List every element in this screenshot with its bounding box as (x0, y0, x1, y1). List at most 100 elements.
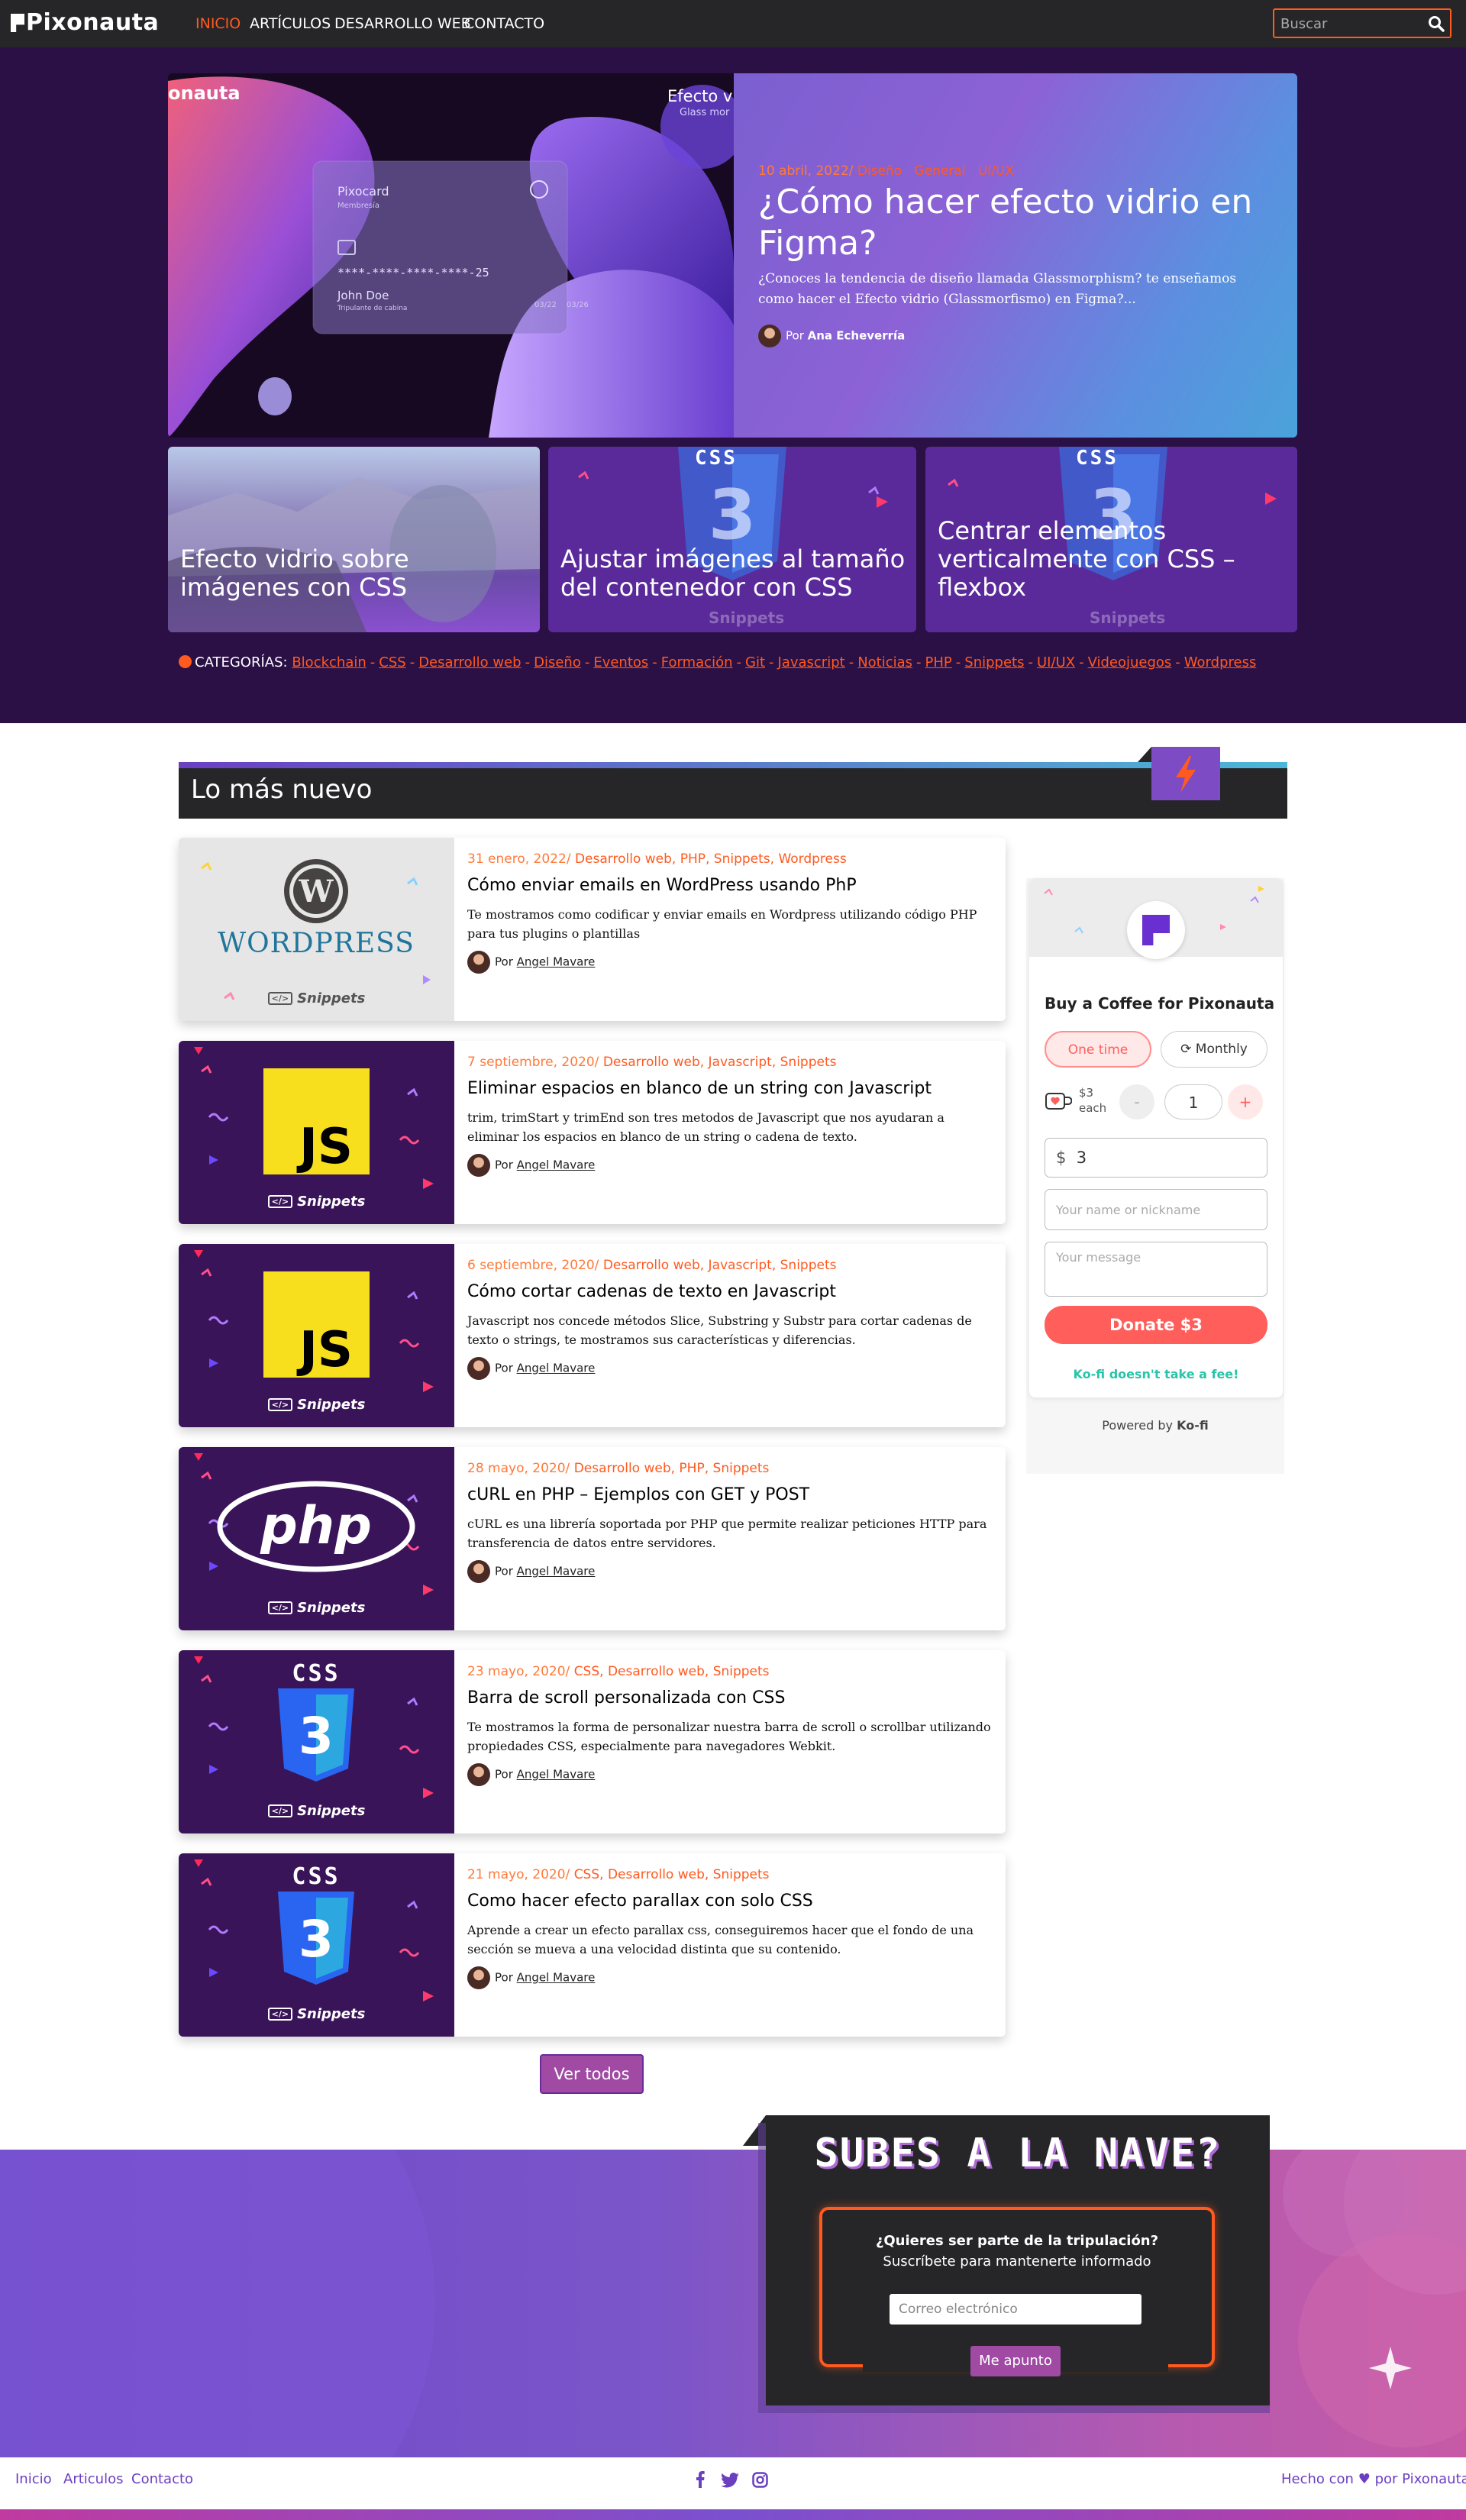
post-thumbnail[interactable]: php </> Snippets (179, 1447, 454, 1630)
amount-field[interactable]: $ 3 (1045, 1138, 1267, 1178)
newsletter-title: SUBES A LA NAVE? (814, 2131, 1222, 2176)
author-name[interactable]: Ana Echeverría (808, 329, 906, 343)
small-card[interactable]: 3 CSS Snippets Centrar elementos vertica… (925, 447, 1297, 632)
author-link[interactable]: Angel Mavare (517, 1768, 596, 1782)
post-date: 7 septiembre, 2020/ (467, 1055, 599, 1070)
post-card[interactable]: W WORDPRESS </> Snippets 31 enero, 2022/ Des… (179, 838, 1006, 1021)
category-link[interactable]: Wordpress (1184, 654, 1257, 670)
post-title[interactable]: Barra de scroll personalizada con CSS (467, 1688, 994, 1707)
category-link[interactable]: CSS (379, 654, 405, 670)
category-link[interactable]: Noticias (857, 654, 912, 670)
svg-text:CSS: CSS (292, 1660, 340, 1687)
nav-link-articulos[interactable]: ARTÍCULOS (250, 15, 331, 32)
featured-title[interactable]: ¿Cómo hacer efecto vidrio en Figma? (758, 182, 1262, 264)
category-link[interactable]: Desarrollo web (418, 654, 521, 670)
image-brand-text: onauta (168, 82, 241, 104)
post-title[interactable]: Como hacer efecto parallax con solo CSS (467, 1892, 994, 1911)
author-avatar (467, 951, 490, 974)
author-link[interactable]: Angel Mavare (517, 1971, 596, 1985)
small-card[interactable]: 3 CSS Snippets Ajustar imágenes al tamañ… (548, 447, 916, 632)
monthly-toggle[interactable]: ⟳ Monthly (1161, 1031, 1267, 1068)
name-input[interactable] (1045, 1189, 1267, 1230)
post-card[interactable]: CSS 3 </> Snippets 23 mayo, 2020/ CSS, Desar… (179, 1650, 1006, 1833)
donate-button[interactable]: Donate $3 (1045, 1306, 1267, 1344)
footer-link-articulos[interactable]: Articulos (63, 2471, 123, 2487)
newsletter-heading: ¿Quieres ser parte de la tripulación? (875, 2233, 1159, 2249)
kofi-link[interactable]: Ko-fi (1177, 1418, 1209, 1433)
coffee-cup-icon (1045, 1093, 1072, 1110)
subscribe-button[interactable]: Me apunto (970, 2346, 1061, 2376)
email-field[interactable] (890, 2294, 1141, 2325)
post-card[interactable]: CSS 3 </> Snippets 21 mayo, 2020/ CSS, Desar… (179, 1853, 1006, 2037)
author-link[interactable]: Angel Mavare (517, 1362, 596, 1375)
category-separator: - (916, 654, 922, 670)
category-link[interactable]: Videojuegos (1088, 654, 1172, 670)
glass-card-illustration (168, 76, 734, 438)
quantity-input[interactable]: 1 (1164, 1084, 1222, 1119)
featured-category[interactable]: General (914, 163, 965, 179)
author-link[interactable]: Angel Mavare (517, 1565, 596, 1578)
brand-link[interactable]: Pixonauta (1402, 2471, 1466, 2487)
footer-link-inicio[interactable]: Inicio (15, 2471, 52, 2487)
post-categories[interactable]: Desarrollo web, Javascript, Snippets (603, 1055, 837, 1070)
category-link[interactable]: Formación (661, 654, 733, 670)
nav-link-inicio[interactable]: INICIO (195, 15, 241, 32)
image-tag-text: Efecto v (667, 87, 733, 105)
category-link[interactable]: Javascript (778, 654, 845, 670)
author-link[interactable]: Angel Mavare (517, 1158, 596, 1172)
category-link[interactable]: UI/UX (1037, 654, 1075, 670)
by-label: por (1374, 2471, 1398, 2487)
post-card[interactable]: php </> Snippets 28 mayo, 2020/ Desarrollo … (179, 1447, 1006, 1630)
post-excerpt: trim, trimStart y trimEnd son tres metod… (467, 1110, 945, 1144)
increment-button[interactable]: + (1228, 1084, 1263, 1119)
snippets-watermark: Snippets (709, 609, 785, 627)
post-title[interactable]: cURL en PHP – Ejemplos con GET y POST (467, 1485, 994, 1504)
search-input[interactable] (1280, 15, 1418, 33)
category-link[interactable]: Git (745, 654, 765, 670)
post-categories[interactable]: Desarrollo web, Javascript, Snippets (603, 1258, 837, 1273)
snippets-text: Snippets (297, 1600, 366, 1616)
category-link[interactable]: Snippets (964, 654, 1024, 670)
post-categories[interactable]: CSS, Desarrollo web, Snippets (574, 1867, 770, 1882)
small-card-title: Efecto vidrio sobre imágenes con CSS (180, 544, 409, 602)
post-categories[interactable]: CSS, Desarrollo web, Snippets (574, 1664, 770, 1679)
post-title[interactable]: Cómo cortar cadenas de texto en Javascri… (467, 1282, 994, 1301)
message-input[interactable] (1045, 1242, 1267, 1297)
small-card[interactable]: Efecto vidrio sobre imágenes con CSS (168, 447, 540, 632)
author-link[interactable]: Angel Mavare (517, 955, 596, 969)
category-link[interactable]: Blockchain (292, 654, 366, 670)
featured-category[interactable]: UI/UX (978, 163, 1014, 179)
nav-link-contacto[interactable]: CONTACTO (464, 15, 544, 32)
footer-link-contacto[interactable]: Contacto (131, 2471, 193, 2487)
fee-note: Ko-fi doesn't take a fee! (1073, 1367, 1239, 1381)
post-thumbnail[interactable]: CSS 3 </> Snippets (179, 1650, 454, 1833)
post-card[interactable]: JS </> Snippets 6 septiembre, 2020/ Desarro… (179, 1244, 1006, 1427)
post-card[interactable]: JS </> Snippets 7 septiembre, 2020/ Desarro… (179, 1041, 1006, 1224)
category-dot-icon (179, 655, 192, 668)
category-link[interactable]: Diseño (534, 654, 581, 670)
post-thumbnail[interactable]: JS </> Snippets (179, 1244, 454, 1427)
post-categories[interactable]: Desarrollo web, PHP, Snippets (574, 1461, 770, 1476)
site-logo[interactable]: Pixonauta (11, 9, 159, 36)
search-icon[interactable] (1427, 15, 1445, 33)
featured-category[interactable]: Diseño (857, 163, 902, 179)
post-title[interactable]: Cómo enviar emails en WordPress usando P… (467, 876, 994, 895)
featured-post-image[interactable]: onauta Efecto v Glass mor Pixocard Membr… (168, 73, 734, 438)
instagram-icon[interactable] (752, 2472, 768, 2488)
post-categories[interactable]: Desarrollo web, PHP, Snippets, Wordpress (575, 851, 847, 867)
facebook-icon[interactable] (696, 2471, 705, 2488)
category-link[interactable]: Eventos (593, 654, 648, 670)
view-all-button[interactable]: Ver todos (540, 2054, 644, 2094)
one-time-toggle[interactable]: One time (1045, 1031, 1151, 1068)
post-byline: Por Angel Mavare (467, 1560, 595, 1583)
category-separator: - (409, 654, 415, 670)
nav-link-desarrollo-web[interactable]: DESARROLLO WEB (334, 15, 471, 32)
decrement-button[interactable]: - (1119, 1084, 1154, 1119)
twitter-icon[interactable] (721, 2473, 739, 2488)
svg-text:W: W (299, 874, 334, 909)
category-link[interactable]: PHP (925, 654, 952, 670)
post-thumbnail[interactable]: W WORDPRESS </> Snippets (179, 838, 454, 1021)
post-title[interactable]: Eliminar espacios en blanco de un string… (467, 1079, 994, 1098)
post-thumbnail[interactable]: JS </> Snippets (179, 1041, 454, 1224)
post-thumbnail[interactable]: CSS 3 </> Snippets (179, 1853, 454, 2037)
